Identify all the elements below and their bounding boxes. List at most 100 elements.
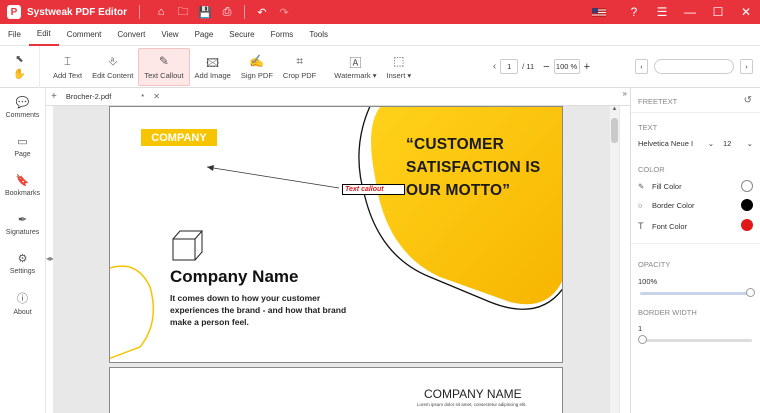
- opacity-slider-knob[interactable]: [746, 288, 755, 297]
- crop-icon: ⌗: [296, 53, 303, 68]
- zoom-in-icon[interactable]: +: [584, 61, 590, 73]
- panel-header: FREETEXT: [638, 97, 678, 106]
- font-size-select[interactable]: 12 ⌄: [723, 139, 753, 148]
- document-view[interactable]: COMPANY “CUSTOMER SATISFACTION IS OUR MO…: [53, 106, 620, 413]
- menu-edit[interactable]: Edit: [28, 24, 59, 46]
- chevron-down-icon: ⌄: [707, 139, 714, 148]
- scroll-thumb[interactable]: [611, 118, 618, 143]
- collapse-panel-icon[interactable]: »: [623, 89, 627, 98]
- fill-color-row[interactable]: ✎ Fill Color: [638, 182, 682, 191]
- font-select[interactable]: Helvetica Neue I ⌄: [638, 139, 714, 148]
- crop-pdf-button[interactable]: ⌗ Crop PDF: [278, 48, 321, 86]
- print-icon[interactable]: ⎙: [216, 3, 238, 21]
- page-number-input[interactable]: 1: [500, 59, 519, 74]
- menu-secure[interactable]: Secure: [221, 24, 262, 46]
- company-description: It comes down to how your customer exper…: [170, 293, 347, 327]
- selection-tools: ⬉ ✋: [0, 45, 40, 88]
- watermark-icon: 🄰: [349, 55, 362, 70]
- border-color-swatch[interactable]: [741, 199, 753, 211]
- prev-page-icon[interactable]: ‹: [493, 61, 496, 72]
- color-section-label: COLOR: [638, 165, 665, 174]
- sidebar-item-bookmarks[interactable]: 🔖 Bookmarks: [0, 166, 45, 205]
- sidebar-item-about[interactable]: ⓘ About: [0, 283, 45, 322]
- border-circle-icon: ○: [638, 201, 643, 210]
- pdf-page-2[interactable]: COMPANY NAME Lorem ipsum dolor sit amet,…: [109, 367, 563, 413]
- border-width-slider-knob[interactable]: [638, 335, 647, 344]
- help-icon[interactable]: ?: [620, 0, 648, 24]
- text-callout-button[interactable]: ✎ Text Callout: [138, 47, 190, 86]
- menu-convert[interactable]: Convert: [109, 24, 153, 46]
- home-icon[interactable]: ⌂: [150, 3, 172, 21]
- add-image-button[interactable]: 🖾 Add Image: [190, 48, 236, 86]
- maximize-button[interactable]: ☐: [704, 0, 732, 24]
- vertical-scrollbar[interactable]: ▲: [610, 106, 619, 413]
- add-image-icon: 🖾: [206, 55, 220, 70]
- text-callout-box[interactable]: Text callout: [342, 184, 405, 195]
- company-name: Company Name: [170, 267, 299, 286]
- border-width-slider[interactable]: [638, 335, 752, 344]
- add-text-icon: ⌶: [63, 53, 72, 68]
- sign-pdf-button[interactable]: ✍ Sign PDF: [236, 48, 278, 86]
- border-color-row[interactable]: ○ Border Color: [638, 201, 695, 210]
- chevron-down-icon: ⌄: [746, 139, 753, 148]
- chevron-down-icon: ▾: [407, 70, 412, 80]
- font-color-row[interactable]: T Font Color: [638, 221, 687, 231]
- new-tab-icon[interactable]: +: [51, 91, 57, 102]
- font-color-swatch[interactable]: [741, 219, 753, 231]
- chevron-down-icon: ▾: [372, 70, 377, 80]
- left-yellow-outline: [110, 265, 155, 360]
- select-arrow-icon[interactable]: ⬉: [15, 54, 23, 65]
- menu-page[interactable]: Page: [187, 24, 222, 46]
- search-input[interactable]: [654, 59, 734, 74]
- sidebar-item-signatures[interactable]: ✒ Signatures: [0, 205, 45, 244]
- sidebar-item-page[interactable]: ▭ Page: [0, 127, 45, 166]
- reset-icon[interactable]: ↺: [744, 95, 752, 106]
- save-icon[interactable]: 💾: [194, 3, 216, 21]
- menu-file[interactable]: File: [0, 24, 29, 46]
- fill-color-swatch[interactable]: [741, 180, 753, 192]
- close-button[interactable]: ✕: [732, 0, 760, 24]
- minimize-button[interactable]: —: [676, 0, 704, 24]
- company-badge: COMPANY: [141, 129, 217, 146]
- app-logo: P: [7, 5, 21, 19]
- add-text-button[interactable]: ⌶ Add Text: [48, 48, 87, 86]
- divider: [631, 243, 760, 244]
- toolbar: ⬉ ✋ ⌶ Add Text ⎀ Edit Content ✎ Text Callou…: [0, 45, 760, 88]
- opacity-value: 100%: [638, 277, 658, 286]
- scroll-up-icon[interactable]: ▲: [610, 106, 619, 112]
- hand-icon[interactable]: ✋: [13, 69, 25, 80]
- open-folder-icon[interactable]: 🗀: [172, 3, 194, 21]
- menu-icon[interactable]: ☰: [648, 0, 676, 24]
- text-callout-icon: ✎: [158, 53, 169, 68]
- document-tab[interactable]: Brocher-2.pdf *: [66, 92, 144, 101]
- menu-tools[interactable]: Tools: [301, 24, 336, 46]
- page-icon: ▭: [17, 136, 28, 148]
- zoom-input[interactable]: 100 %: [553, 59, 580, 74]
- text-section-label: TEXT: [638, 123, 658, 132]
- menu-view[interactable]: View: [153, 24, 186, 46]
- insert-icon: ⬚: [393, 53, 405, 68]
- zoom-out-icon[interactable]: −: [543, 61, 549, 73]
- tab-modified-indicator: *: [141, 92, 145, 101]
- search-next-button[interactable]: ›: [740, 59, 753, 74]
- sidebar-item-comments[interactable]: 💬 Comments: [0, 88, 45, 127]
- menu-comment[interactable]: Comment: [59, 24, 110, 46]
- signature-icon: ✒: [17, 214, 28, 226]
- paint-bucket-icon: ✎: [638, 182, 645, 191]
- language-flag-icon[interactable]: [592, 7, 606, 17]
- border-width-value: 1: [638, 324, 643, 333]
- page2-title: COMPANY NAME: [424, 387, 522, 401]
- sidebar-item-settings[interactable]: ⚙ Settings: [0, 244, 45, 283]
- redo-icon[interactable]: ↷: [273, 3, 295, 21]
- search-prev-button[interactable]: ‹: [635, 59, 648, 74]
- insert-button[interactable]: ⬚ Insert ▾: [382, 48, 417, 86]
- close-tab-icon[interactable]: ✕: [153, 92, 160, 101]
- edit-content-button[interactable]: ⎀ Edit Content: [87, 48, 138, 86]
- bookmark-icon: 🔖: [15, 175, 30, 187]
- opacity-slider[interactable]: [640, 288, 755, 297]
- headline: “CUSTOMER SATISFACTION IS OUR MOTTO”: [406, 136, 541, 199]
- pdf-page-1[interactable]: COMPANY “CUSTOMER SATISFACTION IS OUR MO…: [109, 106, 563, 363]
- watermark-button[interactable]: 🄰 Watermark ▾: [329, 48, 381, 86]
- menu-forms[interactable]: Forms: [263, 24, 302, 46]
- undo-icon[interactable]: ↶: [251, 3, 273, 21]
